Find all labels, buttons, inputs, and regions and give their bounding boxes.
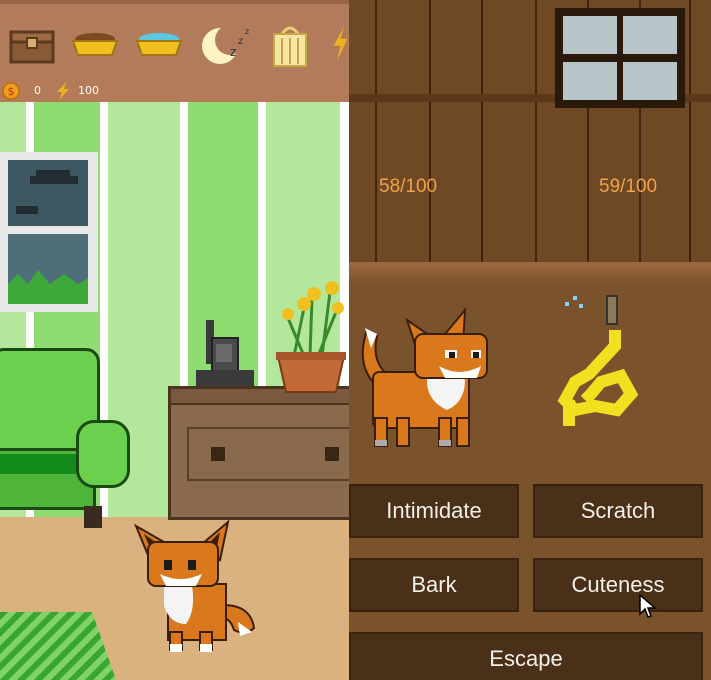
scratch-button[interactable]: Scratch [533,484,703,538]
bark-button[interactable]: Bark [349,558,519,612]
player-hp-text: 58/100 [379,176,438,197]
pet-fox[interactable] [130,520,260,660]
item-toolbar: z z z [0,0,349,80]
dresser [168,386,349,520]
cuteness-button[interactable]: Cuteness [533,558,703,612]
armchair [0,348,130,528]
lightning-icon[interactable] [332,18,349,70]
flower-pot [276,281,346,393]
energy-icon [57,82,69,100]
chest-icon[interactable] [8,18,56,70]
energy-count: 100 [78,84,99,97]
svg-text:$: $ [8,85,15,98]
svg-text:z: z [238,36,243,47]
bag-icon[interactable] [268,18,312,70]
enemy-hp-text: 59/100 [599,176,658,197]
food-bowl-icon[interactable] [70,18,120,70]
wall-base [349,262,711,286]
svg-text:z: z [245,27,249,36]
enemy-snake [557,295,639,426]
player-fox [361,307,488,447]
barn-window [555,8,685,108]
room-window [0,152,98,312]
status-bar: $ 0 100 [0,80,349,102]
plank-line [375,0,377,265]
plank-line [535,0,537,265]
escape-button[interactable]: Escape [349,632,703,680]
water-bowl-icon[interactable] [134,18,184,70]
telephone [196,320,254,386]
plank-line [429,0,431,265]
mouse-cursor-icon [639,594,657,618]
room-scene: z z z $ 0 100 [0,0,349,680]
plank-line [481,0,483,265]
intimidate-button[interactable]: Intimidate [349,484,519,538]
plank-line [689,0,691,265]
sleep-moon-icon[interactable]: z z z [200,18,254,70]
coin-icon: $ [2,82,20,100]
svg-text:z: z [230,45,236,59]
coin-count: 0 [34,84,41,97]
battle-panel: 58/100 59/100 Intimidate Scratch Bark Cu… [349,0,711,680]
